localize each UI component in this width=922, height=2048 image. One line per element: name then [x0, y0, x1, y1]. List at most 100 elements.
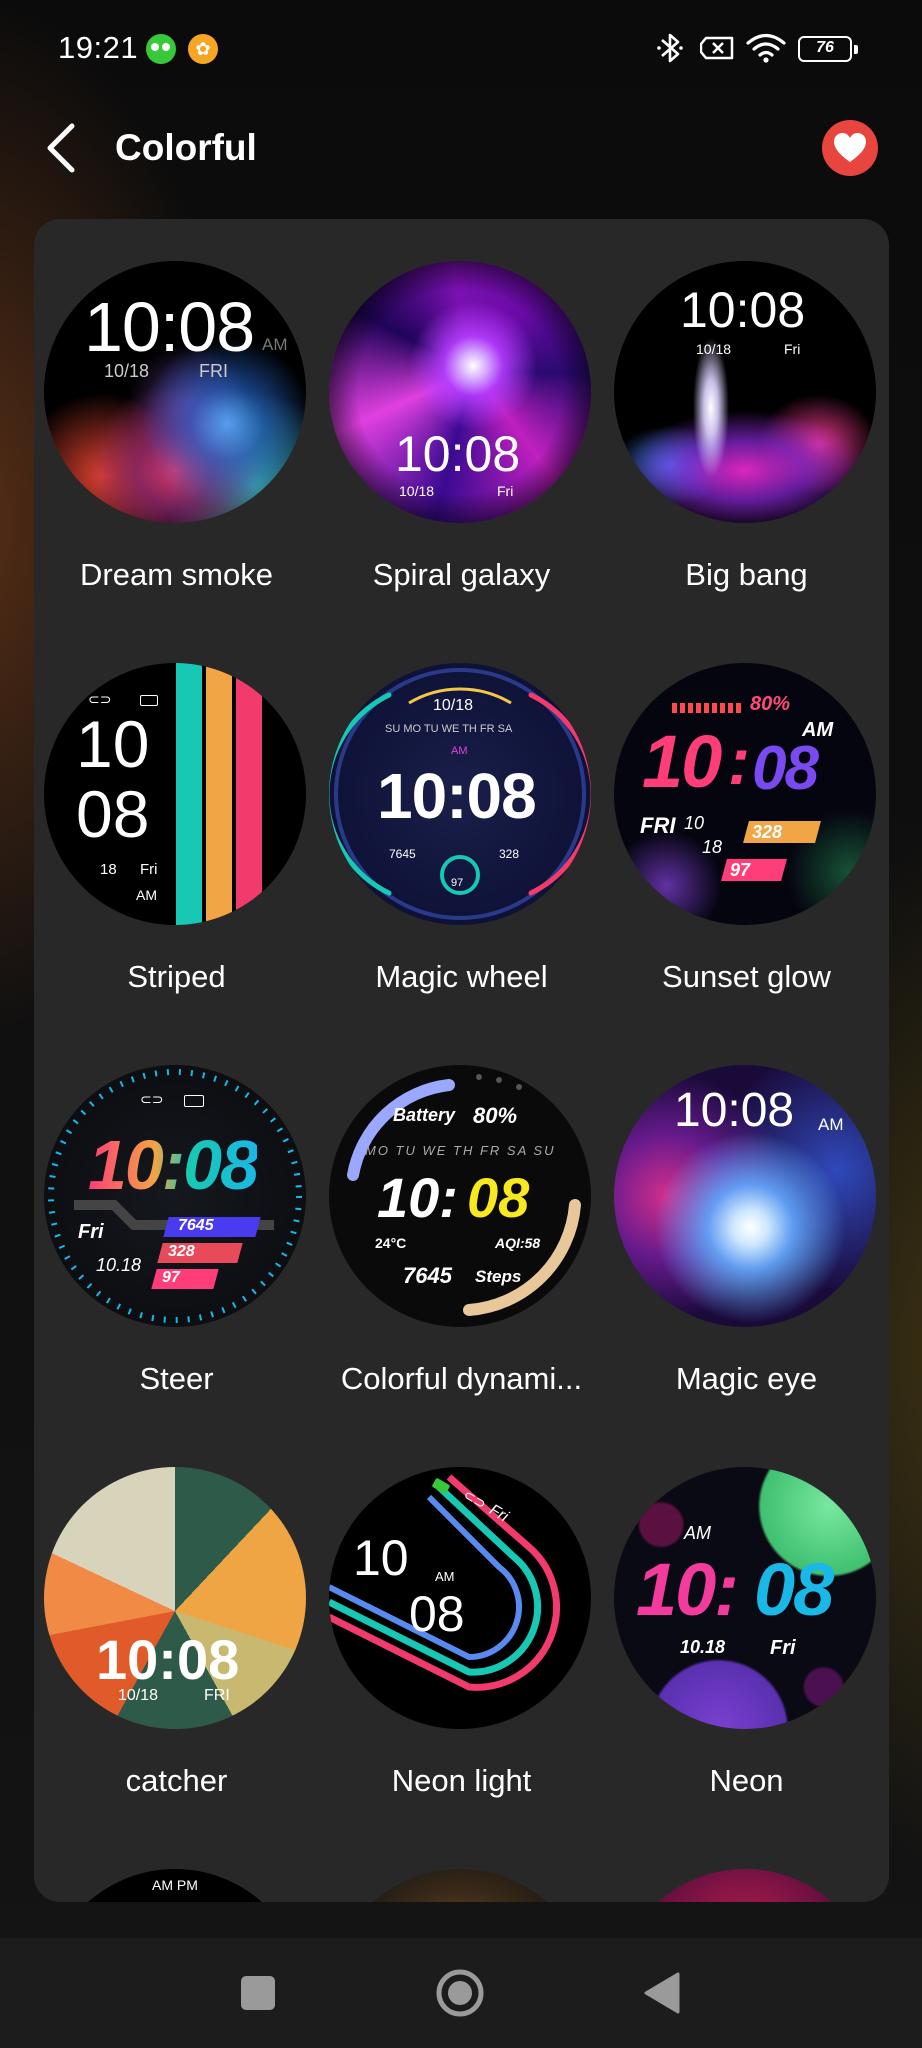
square-nav-icon[interactable]: [198, 1938, 318, 2048]
watchface-catcher[interactable]: 10:08 10/18 FRI catcher: [34, 1425, 319, 1825]
watchface-steps: 7645: [403, 1263, 452, 1288]
watchface-preview: ⊂⊃ Fri 10 AM 08: [329, 1467, 591, 1729]
watchface-steps: 7645: [389, 847, 416, 861]
watchface-magic-wheel[interactable]: 10/18 SU MO TU WE TH FR SA AM 10:08 7645…: [319, 621, 604, 1021]
watchface-preview-partial[interactable]: AM PM: [44, 1869, 306, 1902]
watchface-minute: 08: [752, 734, 819, 803]
watchface-name: Dream smoke: [80, 557, 273, 592]
watchface-preview-partial[interactable]: [614, 1869, 876, 1902]
watchface-heart: 97: [451, 877, 464, 889]
watchface-hour: 10: [76, 707, 150, 781]
watchface-ampm: AM: [818, 1115, 844, 1134]
watchface-preview: 10:08 AM: [614, 1065, 876, 1327]
watchface-minute: 08: [467, 1166, 530, 1229]
watchface-day: Fri: [78, 1221, 104, 1243]
watchface-weekdays: MO TU WE TH FR SA SU: [365, 1143, 556, 1158]
battery-level: 76: [816, 39, 834, 56]
home-nav-icon[interactable]: [400, 1938, 520, 2048]
watchface-time: 10:08: [395, 426, 521, 482]
watchface-name: Sunset glow: [662, 959, 831, 994]
watchface-day: FRI: [640, 813, 676, 838]
watchface-dream-smoke[interactable]: 10:08 AM 10/18 FRI Dream smoke: [34, 219, 319, 619]
watchface-preview-partial[interactable]: [329, 1869, 591, 1902]
app-notification-icon: [146, 34, 176, 64]
watchface-name: Magic eye: [675, 1361, 818, 1396]
watchface-calories: 328: [499, 847, 520, 861]
watchface-day: FRI: [204, 1687, 230, 1704]
watchface-ampm: AM PM: [152, 1877, 198, 1893]
status-time: 19:21: [58, 30, 139, 65]
watchface-hour: 10: [642, 720, 722, 803]
watchface-preview: 10:08 10/18 Fri: [614, 261, 876, 523]
watchface-hour: 10:: [636, 1548, 739, 1631]
wifi-icon: [746, 33, 786, 63]
watchface-day: FRI: [199, 361, 228, 381]
watchface-date: 10.18: [96, 1255, 142, 1275]
watchface-magic-eye[interactable]: 10:08 AM Magic eye: [604, 1023, 889, 1423]
favorite-button[interactable]: [822, 120, 878, 176]
watchface-date: 10.18: [680, 1637, 726, 1657]
watchface-big-bang[interactable]: 10:08 10/18 Fri Big bang: [604, 219, 889, 619]
watchface-name: Striped: [127, 959, 226, 994]
watchface-date: 18: [100, 861, 117, 878]
watchface-calories: 328: [168, 1243, 195, 1260]
watchface-name: Magic wheel: [375, 959, 548, 994]
watchface-ampm: AM: [262, 335, 288, 354]
watchface-battery: 80%: [750, 693, 791, 715]
page-title: Colorful: [115, 127, 257, 168]
watchface-temp: 24°C: [375, 1235, 407, 1251]
watchface-preview: 10:08 10/18 FRI: [44, 1467, 306, 1729]
watchface-calories: 328: [752, 822, 783, 842]
watchface-name: Spiral galaxy: [372, 557, 551, 592]
sim-icon: [700, 36, 734, 60]
watchface-battery-label: Battery: [393, 1105, 456, 1125]
back-arrow-icon[interactable]: [40, 120, 84, 176]
watchface-time: 10:08: [674, 1084, 795, 1137]
watchface-neon-light[interactable]: ⊂⊃ Fri 10 AM 08 Neon light: [319, 1425, 604, 1825]
watchface-name: catcher: [125, 1763, 228, 1798]
watchface-striped[interactable]: ⊂⊃ 10 08 18 Fri AM Striped: [34, 621, 319, 1021]
back-nav-icon[interactable]: [602, 1938, 722, 2048]
watchface-hour: 10: [353, 1530, 409, 1586]
heart-icon: [834, 133, 866, 162]
watchface-colorful-dynamic[interactable]: Battery 80% MO TU WE TH FR SA SU 10: 08 …: [319, 1023, 604, 1423]
watchface-preview: Battery 80% MO TU WE TH FR SA SU 10: 08 …: [329, 1065, 591, 1327]
watchface-date: 10/18: [696, 341, 732, 357]
watchface-day: Fri: [497, 483, 514, 499]
watchface-aqi: AQI:58: [495, 1235, 541, 1251]
watchface-preview: ⊂⊃ 10:08 Fri 10.18 7645 328 97: [44, 1065, 306, 1327]
app-notification-icon: ✿: [188, 34, 218, 64]
status-bar: 19:21 ✿ 76: [0, 0, 922, 100]
watchface-ampm: AM: [451, 745, 468, 757]
watchface-heart: 97: [162, 1269, 180, 1286]
watchface-minute: 08: [754, 1548, 834, 1631]
watchface-date: 10/18: [399, 483, 435, 499]
watchface-time: 10:08: [96, 1628, 240, 1691]
watchface-neon[interactable]: AM 10: 08 10.18 Fri Neon: [604, 1425, 889, 1825]
watchface-minute: 08: [76, 777, 150, 851]
watchface-steps-label: Steps: [475, 1267, 522, 1286]
watchface-steps: 7645: [178, 1217, 214, 1234]
watchface-preview: AM 10: 08 10.18 Fri: [614, 1467, 876, 1729]
watchface-heart: 97: [730, 860, 751, 880]
watchface-preview: 10/18 SU MO TU WE TH FR SA AM 10:08 7645…: [329, 663, 591, 925]
watchface-preview: ⊂⊃ 10 08 18 Fri AM: [44, 663, 306, 925]
watchface-time: 10:08: [88, 1126, 259, 1204]
watchface-ampm: AM: [435, 1569, 455, 1584]
watchface-day: Fri: [770, 1637, 796, 1659]
watchface-ampm: AM: [136, 887, 157, 903]
bluetooth-icon: [657, 33, 683, 63]
watchface-date: 10/18: [433, 697, 474, 714]
watchface-sunset-glow[interactable]: 80% AM 10 : 08 FRI 10 18 328 97 Sunset g…: [604, 621, 889, 1021]
watchface-battery: 80%: [473, 1103, 518, 1128]
watchface-time: 10:08: [84, 288, 255, 366]
watchface-name: Colorful dynami...: [340, 1361, 583, 1396]
watchface-preview: 10:08 10/18 Fri: [329, 261, 591, 523]
watchface-name: Steer: [139, 1361, 214, 1396]
watchface-month: 10: [684, 813, 705, 833]
watchface-spiral-galaxy[interactable]: 10:08 10/18 Fri Spiral galaxy: [319, 219, 604, 619]
watchface-steer[interactable]: ⊂⊃ 10:08 Fri 10.18 7645 328 97 Steer: [34, 1023, 319, 1423]
watchface-ampm: AM: [684, 1523, 711, 1543]
watchface-minute: 08: [409, 1586, 465, 1642]
watchface-preview: 80% AM 10 : 08 FRI 10 18 328 97: [614, 663, 876, 925]
